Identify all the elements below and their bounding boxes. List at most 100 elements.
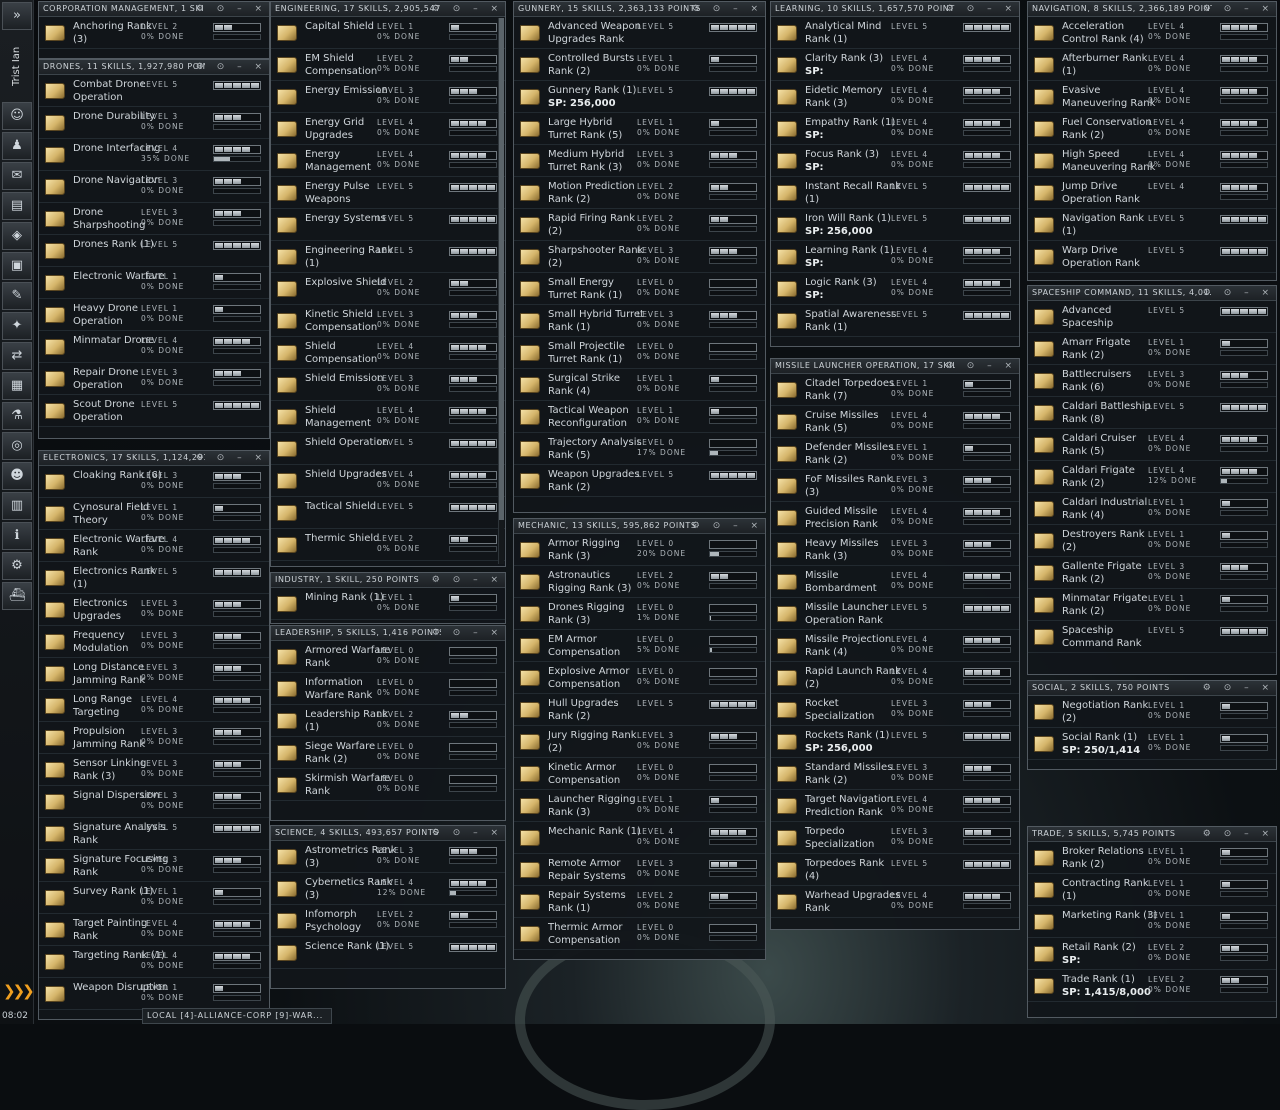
skill-row[interactable]: FoF Missiles Rank (3)LEVEL 30% DONE <box>771 470 1019 502</box>
skill-window-industry[interactable]: INDUSTRY, 1 SKILL, 250 POINTS⚙ ⊙ – ×Mini… <box>270 572 506 624</box>
skill-window-corp[interactable]: CORPORATION MANAGEMENT, 1 SKILL⚙ ⊙ – ×An… <box>38 1 270 59</box>
skill-row[interactable]: Retail Rank (2)SP:LEVEL 20% DONE <box>1028 938 1276 970</box>
skill-row[interactable]: Navigation Rank (1)LEVEL 5 <box>1028 209 1276 241</box>
skill-row[interactable]: Armor Rigging Rank (3)LEVEL 020% DONE <box>514 534 765 566</box>
skill-row[interactable]: Clarity Rank (3)SP:LEVEL 40% DONE <box>771 49 1019 81</box>
window-controls[interactable]: ⚙ ⊙ – × <box>946 2 1017 16</box>
skill-row[interactable]: Acceleration Control Rank (4)LEVEL 40% D… <box>1028 17 1276 49</box>
skill-row[interactable]: EM Shield CompensationLEVEL 20% DONE <box>271 49 505 81</box>
skill-row[interactable]: Repair Drone OperationLEVEL 30% DONE <box>39 363 269 395</box>
skill-row[interactable]: Standard Missiles Rank (2)LEVEL 30% DONE <box>771 758 1019 790</box>
skill-row[interactable]: Gunnery Rank (1)SP: 256,000LEVEL 5 <box>514 81 765 113</box>
window-controls[interactable]: ⚙ ⊙ – × <box>196 2 267 16</box>
skill-row[interactable]: Siege Warfare Rank (2)LEVEL 00% DONE <box>271 737 505 769</box>
skill-row[interactable]: Advanced SpaceshipLEVEL 5 <box>1028 301 1276 333</box>
science-icon[interactable]: ⚗ <box>2 402 32 430</box>
skill-row[interactable]: Energy Grid UpgradesLEVEL 40% DONE <box>271 113 505 145</box>
window-header[interactable]: SCIENCE, 4 SKILLS, 493,657 POINTS⚙ ⊙ – × <box>271 826 505 841</box>
skill-row[interactable]: Electronics Rank (1)LEVEL 5 <box>39 562 269 594</box>
skill-row[interactable]: Kinetic Armor CompensationLEVEL 00% DONE <box>514 758 765 790</box>
window-header[interactable]: INDUSTRY, 1 SKILL, 250 POINTS⚙ ⊙ – × <box>271 573 505 588</box>
skill-row[interactable]: Leadership Rank (1)LEVEL 20% DONE <box>271 705 505 737</box>
skill-row[interactable]: Frequency ModulationLEVEL 30% DONE <box>39 626 269 658</box>
skill-window-trade[interactable]: TRADE, 5 SKILLS, 5,745 POINTS⚙ ⊙ – ×Brok… <box>1027 826 1277 1018</box>
skill-row[interactable]: Advanced Weapon Upgrades RankLEVEL 5 <box>514 17 765 49</box>
scrollbar[interactable] <box>498 18 504 564</box>
skill-row[interactable]: Long Distance Jamming RankLEVEL 30% DONE <box>39 658 269 690</box>
skill-row[interactable]: Sensor Linking Rank (3)LEVEL 30% DONE <box>39 754 269 786</box>
skill-window-social[interactable]: SOCIAL, 2 SKILLS, 750 POINTS⚙ ⊙ – ×Negot… <box>1027 680 1277 770</box>
skill-window-mechanic[interactable]: MECHANIC, 13 SKILLS, 595,862 POINTS⚙ ⊙ –… <box>513 518 766 960</box>
skill-row[interactable]: High Speed Maneuvering RankLEVEL 40% DON… <box>1028 145 1276 177</box>
skill-row[interactable]: Eidetic Memory Rank (3)LEVEL 40% DONE <box>771 81 1019 113</box>
skill-row[interactable]: Iron Will Rank (1)SP: 256,000LEVEL 5 <box>771 209 1019 241</box>
skill-row[interactable]: Information Warfare RankLEVEL 00% DONE <box>271 673 505 705</box>
assets-icon[interactable]: ▣ <box>2 252 32 280</box>
window-controls[interactable]: ⚙ ⊙ – × <box>1203 2 1274 16</box>
skill-row[interactable]: Thermic Armor CompensationLEVEL 00% DONE <box>514 918 765 950</box>
skill-row[interactable]: Science Rank (1)LEVEL 5 <box>271 937 505 969</box>
skill-row[interactable]: Warhead Upgrades RankLEVEL 40% DONE <box>771 886 1019 918</box>
skill-row[interactable]: Launcher Rigging Rank (3)LEVEL 10% DONE <box>514 790 765 822</box>
skill-row[interactable]: Armored Warfare RankLEVEL 00% DONE <box>271 641 505 673</box>
window-header[interactable]: MECHANIC, 13 SKILLS, 595,862 POINTS⚙ ⊙ –… <box>514 519 765 534</box>
skill-row[interactable]: Small Hybrid Turret Rank (1)LEVEL 30% DO… <box>514 305 765 337</box>
window-header[interactable]: NAVIGATION, 8 SKILLS, 2,366,189 POINTS⚙ … <box>1028 2 1276 17</box>
skill-row[interactable]: Afterburner Rank (1)LEVEL 40% DONE <box>1028 49 1276 81</box>
window-controls[interactable]: ⚙ ⊙ – × <box>1203 681 1274 695</box>
skill-row[interactable]: Torpedoes Rank (4)LEVEL 5 <box>771 854 1019 886</box>
help-icon[interactable]: ◎ <box>2 432 32 460</box>
skill-row[interactable]: Empathy Rank (1)SP:LEVEL 40% DONE <box>771 113 1019 145</box>
skill-row[interactable]: Infomorph PsychologyLEVEL 20% DONE <box>271 905 505 937</box>
skill-row[interactable]: Tactical Weapon ReconfigurationLEVEL 10%… <box>514 401 765 433</box>
skill-row[interactable]: Explosive ShieldLEVEL 20% DONE <box>271 273 505 305</box>
skill-row[interactable]: Small Projectile Turret Rank (1)LEVEL 00… <box>514 337 765 369</box>
skill-row[interactable]: Logic Rank (3)SP:LEVEL 40% DONE <box>771 273 1019 305</box>
skill-row[interactable]: Astronautics Rigging Rank (3)LEVEL 20% D… <box>514 566 765 598</box>
skill-row[interactable]: Warp Drive Operation RankLEVEL 5 <box>1028 241 1276 273</box>
skill-row[interactable]: Shield UpgradesLEVEL 40% DONE <box>271 465 505 497</box>
skill-row[interactable]: Contracting Rank (1)LEVEL 10% DONE <box>1028 874 1276 906</box>
window-header[interactable]: ENGINEERING, 17 SKILLS, 2,905,547 POINTS… <box>271 2 505 17</box>
skill-row[interactable]: Shield CompensationLEVEL 40% DONE <box>271 337 505 369</box>
skill-row[interactable]: Medium Hybrid Turret Rank (3)LEVEL 30% D… <box>514 145 765 177</box>
window-header[interactable]: LEARNING, 10 SKILLS, 1,657,570 POINTS⚙ ⊙… <box>771 2 1019 17</box>
skill-row[interactable]: Cruise Missiles Rank (5)LEVEL 40% DONE <box>771 406 1019 438</box>
skill-row[interactable]: Mining Rank (1)LEVEL 10% DONE <box>271 588 505 620</box>
window-controls[interactable]: ⚙ ⊙ – × <box>432 573 503 587</box>
window-header[interactable]: CORPORATION MANAGEMENT, 1 SKILL⚙ ⊙ – × <box>39 2 269 17</box>
window-controls[interactable]: ⚙ ⊙ – × <box>196 451 267 465</box>
skill-row[interactable]: Trajectory Analysis Rank (5)LEVEL 017% D… <box>514 433 765 465</box>
window-header[interactable]: DRONES, 11 SKILLS, 1,927,980 POINTS⚙ ⊙ –… <box>39 60 269 75</box>
skill-row[interactable]: Caldari Industrial Rank (4)LEVEL 10% DON… <box>1028 493 1276 525</box>
skill-row[interactable]: Shield OperationLEVEL 5 <box>271 433 505 465</box>
skill-row[interactable]: Spaceship Command RankLEVEL 5 <box>1028 621 1276 653</box>
skill-row[interactable]: Drones Rank (1)LEVEL 5 <box>39 235 269 267</box>
window-header[interactable]: TRADE, 5 SKILLS, 5,745 POINTS⚙ ⊙ – × <box>1028 827 1276 842</box>
skill-row[interactable]: Gallente Frigate Rank (2)LEVEL 30% DONE <box>1028 557 1276 589</box>
skill-row[interactable]: Tactical ShieldLEVEL 5 <box>271 497 505 529</box>
mail-icon[interactable]: ✉ <box>2 162 32 190</box>
info-icon[interactable]: ℹ <box>2 522 32 550</box>
wallet-icon[interactable]: ◈ <box>2 222 32 250</box>
skill-row[interactable]: Controlled Bursts Rank (2)LEVEL 10% DONE <box>514 49 765 81</box>
skill-row[interactable]: Cybernetics Rank (3)LEVEL 412% DONE <box>271 873 505 905</box>
window-controls[interactable]: ⚙ ⊙ – × <box>1203 286 1274 300</box>
skill-row[interactable]: Focus Rank (3)SP:LEVEL 40% DONE <box>771 145 1019 177</box>
skill-row[interactable]: Learning Rank (1)SP:LEVEL 40% DONE <box>771 241 1019 273</box>
skill-row[interactable]: Shield EmissionLEVEL 30% DONE <box>271 369 505 401</box>
skill-row[interactable]: Cynosural Field TheoryLEVEL 10% DONE <box>39 498 269 530</box>
window-header[interactable]: GUNNERY, 15 SKILLS, 2,363,133 POINTS⚙ ⊙ … <box>514 2 765 17</box>
skill-row[interactable]: Missile BombardmentLEVEL 40% DONE <box>771 566 1019 598</box>
skill-row[interactable]: Drone InterfacingLEVEL 435% DONE <box>39 139 269 171</box>
skill-row[interactable]: Propulsion Jamming RankLEVEL 30% DONE <box>39 722 269 754</box>
skill-row[interactable]: Energy ManagementLEVEL 40% DONE <box>271 145 505 177</box>
chat-tab-local[interactable]: LOCAL [4]-ALLIANCE-CORP [9]-WAR... <box>142 1008 332 1024</box>
skill-row[interactable]: Drones Rigging Rank (3)LEVEL 01% DONE <box>514 598 765 630</box>
window-controls[interactable]: ⚙ ⊙ – × <box>1203 827 1274 841</box>
skill-row[interactable]: Negotiation Rank (2)LEVEL 10% DONE <box>1028 696 1276 728</box>
expand-arrows-icon[interactable]: ❯❯❯ <box>3 982 31 1004</box>
skill-row[interactable]: Torpedo SpecializationLEVEL 30% DONE <box>771 822 1019 854</box>
skill-row[interactable]: Jump Drive Operation RankLEVEL 4 <box>1028 177 1276 209</box>
skill-row[interactable]: Capital ShieldLEVEL 10% DONE <box>271 17 505 49</box>
